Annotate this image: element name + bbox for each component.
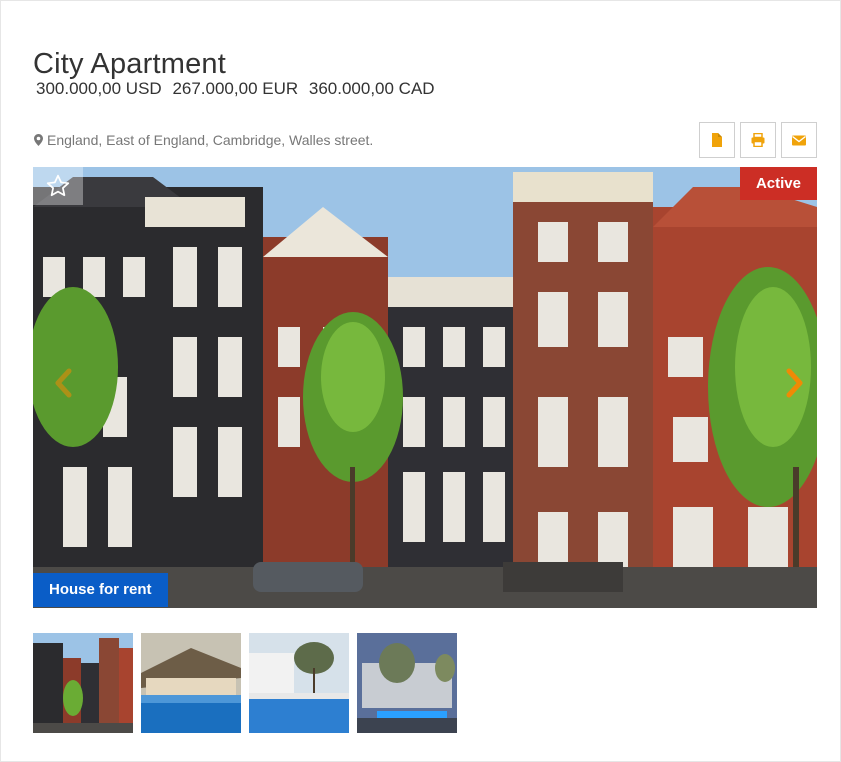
price-list: 300.000,00 USD 267.000,00 EUR 360.000,00… [36,79,441,99]
price-eur: 267.000,00 EUR [172,79,299,98]
next-photo-button[interactable] [783,365,807,401]
thumbnail-image [249,633,349,733]
address-text: England, East of England, Cambridge, Wal… [47,132,374,148]
chevron-right-icon [786,368,803,398]
favorite-button[interactable] [33,167,83,205]
prev-photo-button[interactable] [51,365,75,401]
thumbnail-4[interactable] [357,633,457,733]
thumbnail-image [357,633,457,733]
status-badge: Active [739,167,817,200]
email-button[interactable] [781,122,817,158]
listing-type-badge: House for rent [33,573,168,607]
envelope-icon [792,135,806,146]
thumbnail-image [33,633,133,733]
listing-tools [699,122,817,158]
main-photo[interactable]: Active House for rent [33,167,817,608]
page-title: City Apartment [33,48,226,81]
thumbnail-image [141,633,241,733]
price-cad: 360.000,00 CAD [308,79,435,98]
thumbnail-strip [33,633,457,733]
thumbnail-1[interactable] [33,633,133,733]
thumbnail-2[interactable] [141,633,241,733]
listing-card: City Apartment 300.000,00 USD 267.000,00… [0,0,841,762]
house-photo [33,167,817,608]
print-icon [751,133,765,147]
map-pin-icon [34,134,43,146]
pdf-button[interactable] [699,122,735,158]
price-usd: 300.000,00 USD [36,79,162,98]
chevron-left-icon [55,368,72,398]
file-icon [712,133,722,147]
print-button[interactable] [740,122,776,158]
star-icon [46,174,70,197]
address: England, East of England, Cambridge, Wal… [34,132,373,148]
thumbnail-3[interactable] [249,633,349,733]
